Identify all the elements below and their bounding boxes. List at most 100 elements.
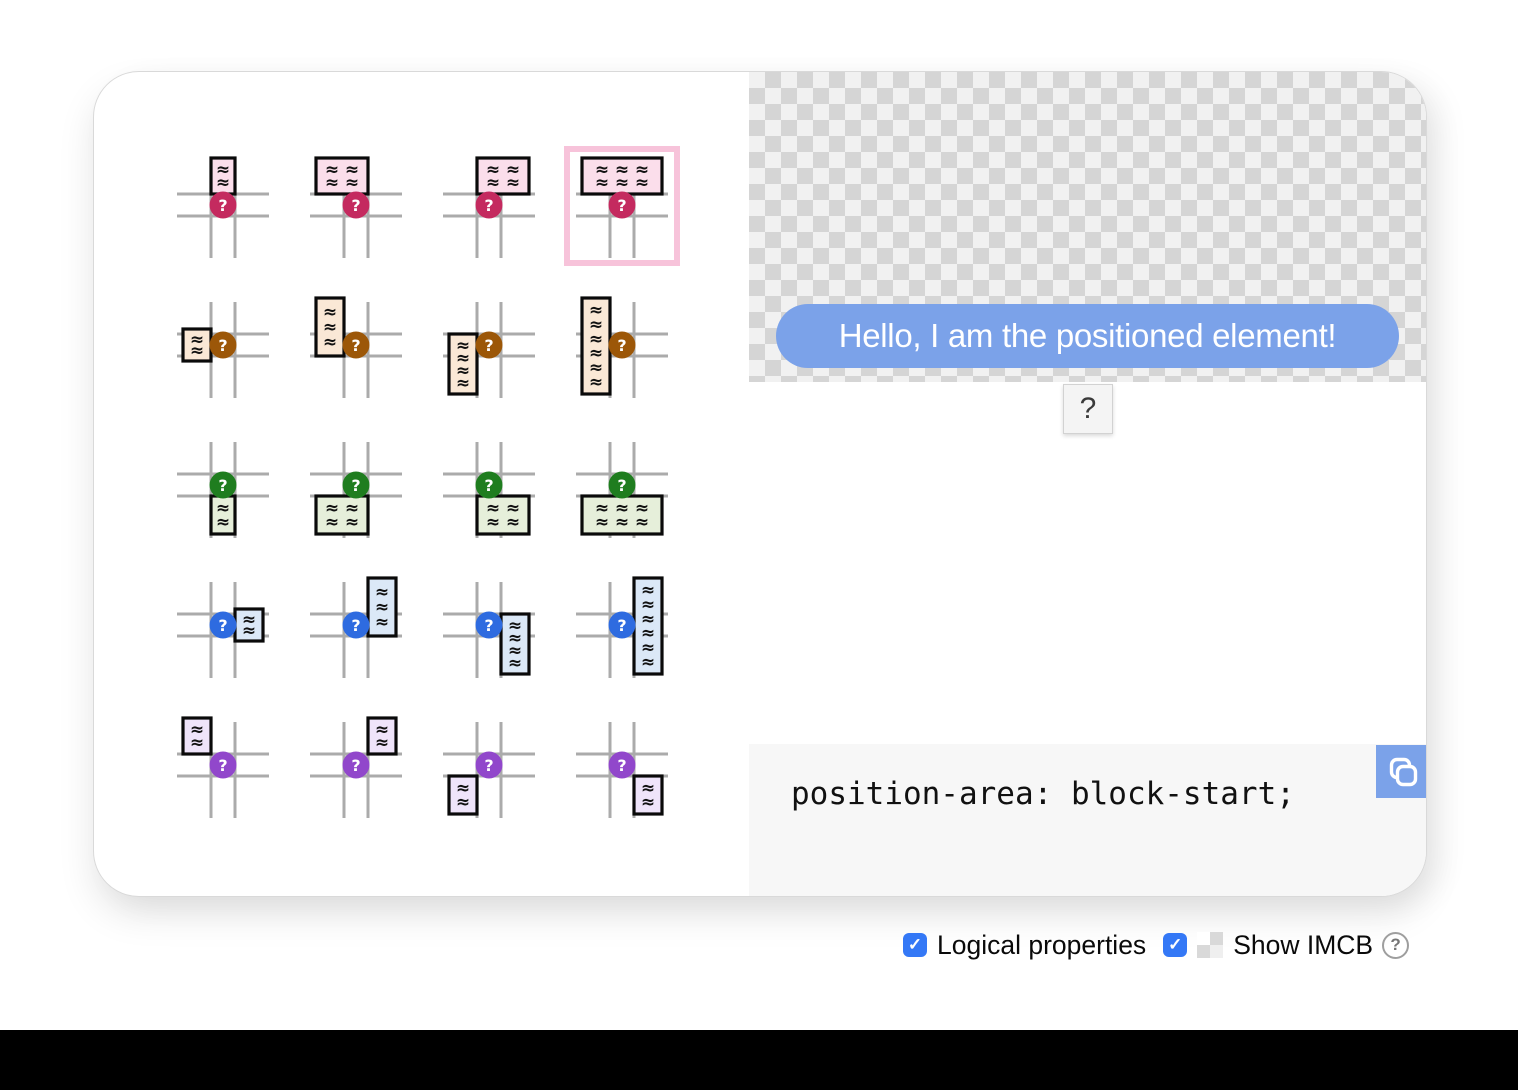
copy-icon: [1385, 755, 1419, 789]
option-span-inline-end-block-end[interactable]: ≈≈≈≈?: [431, 426, 547, 546]
anchor-label: ?: [1080, 392, 1097, 426]
position-area-diagram-icon: ≈≈≈≈≈≈?: [572, 572, 672, 680]
option-span-inline-start-block-end[interactable]: ≈≈≈≈?: [298, 426, 414, 546]
position-area-diagram-icon: ≈≈?: [173, 432, 273, 540]
svg-text:≈: ≈: [641, 652, 655, 672]
logical-properties-checkbox[interactable]: ✓: [903, 933, 927, 957]
svg-text:≈: ≈: [456, 373, 470, 393]
option-block-start-inline-start[interactable]: ≈≈?: [165, 706, 281, 826]
option-block-start-inline-end[interactable]: ≈≈?: [298, 706, 414, 826]
option-inline-start-center[interactable]: ≈≈?: [165, 286, 281, 406]
svg-text:?: ?: [351, 476, 360, 495]
code-panel: position-area: block-start;: [749, 744, 1427, 897]
svg-text:≈: ≈: [323, 333, 337, 353]
copy-button[interactable]: [1376, 745, 1427, 798]
svg-text:?: ?: [484, 196, 493, 215]
position-area-diagram-icon: ≈≈≈?: [306, 292, 406, 400]
svg-text:≈: ≈: [589, 372, 603, 392]
option-block-end-inline-end[interactable]: ≈≈?: [564, 706, 680, 826]
position-area-diagram-icon: ≈≈≈≈?: [439, 152, 539, 260]
svg-text:?: ?: [351, 756, 360, 775]
svg-text:≈: ≈: [375, 733, 389, 753]
position-area-diagram-icon: ≈≈?: [173, 152, 273, 260]
option-block-end[interactable]: ≈≈≈≈≈≈?: [564, 426, 680, 546]
svg-text:?: ?: [617, 616, 626, 635]
position-area-diagram-icon: ≈≈≈?: [306, 572, 406, 680]
preview-panel: Hello, I am the positioned element! ? po…: [749, 72, 1427, 897]
option-span-inline-end-block-start[interactable]: ≈≈≈≈?: [431, 146, 547, 266]
show-imcb-checkbox[interactable]: ✓: [1163, 933, 1187, 957]
anchor-element: ?: [1063, 384, 1113, 434]
option-center-block-end[interactable]: ≈≈?: [165, 426, 281, 546]
svg-text:≈: ≈: [486, 173, 500, 193]
svg-text:?: ?: [484, 616, 493, 635]
svg-text:≈: ≈: [641, 793, 655, 813]
svg-text:?: ?: [218, 336, 227, 355]
options-grid: ≈≈?≈≈≈≈?≈≈≈≈?≈≈≈≈≈≈?≈≈?≈≈≈?≈≈≈≈?≈≈≈≈≈≈?≈…: [165, 146, 680, 826]
svg-text:?: ?: [484, 336, 493, 355]
position-area-diagram-icon: ≈≈?: [439, 712, 539, 820]
svg-text:?: ?: [218, 616, 227, 635]
svg-text:≈: ≈: [635, 513, 649, 533]
svg-text:?: ?: [484, 476, 493, 495]
option-center-block-start[interactable]: ≈≈?: [165, 146, 281, 266]
svg-text:≈: ≈: [190, 733, 204, 753]
option-inline-start[interactable]: ≈≈≈≈≈≈?: [564, 286, 680, 406]
option-inline-end-span-block-start[interactable]: ≈≈≈?: [298, 566, 414, 686]
css-code: position-area: block-start;: [791, 776, 1295, 812]
positioned-element: Hello, I am the positioned element!: [776, 304, 1399, 368]
position-area-diagram-icon: ≈≈?: [306, 712, 406, 820]
position-area-diagram-icon: ≈≈?: [173, 292, 273, 400]
option-inline-end[interactable]: ≈≈≈≈≈≈?: [564, 566, 680, 686]
option-inline-start-span-block-end[interactable]: ≈≈≈≈?: [431, 286, 547, 406]
position-area-diagram-icon: ≈≈≈≈?: [439, 432, 539, 540]
svg-text:?: ?: [351, 336, 360, 355]
position-area-diagram-icon: ≈≈?: [572, 712, 672, 820]
svg-text:≈: ≈: [506, 513, 520, 533]
option-inline-start-span-block-start[interactable]: ≈≈≈?: [298, 286, 414, 406]
letterbox-bar: [0, 1030, 1518, 1090]
svg-text:?: ?: [617, 196, 626, 215]
svg-text:?: ?: [218, 756, 227, 775]
svg-text:?: ?: [218, 196, 227, 215]
position-area-diagram-icon: ≈≈≈≈?: [306, 152, 406, 260]
position-area-diagram-icon: ≈≈≈≈?: [306, 432, 406, 540]
option-inline-end-span-block-end[interactable]: ≈≈≈≈?: [431, 566, 547, 686]
svg-text:≈: ≈: [508, 653, 522, 673]
svg-text:≈: ≈: [345, 513, 359, 533]
svg-text:≈: ≈: [456, 793, 470, 813]
position-area-diagram-icon: ≈≈≈≈?: [439, 292, 539, 400]
position-area-diagram-icon: ≈≈?: [173, 572, 273, 680]
svg-text:≈: ≈: [375, 613, 389, 633]
help-icon[interactable]: ?: [1382, 932, 1409, 959]
svg-text:≈: ≈: [506, 173, 520, 193]
positioned-element-label: Hello, I am the positioned element!: [839, 317, 1337, 355]
position-area-diagram-icon: ≈≈≈≈≈≈?: [572, 152, 672, 260]
svg-text:≈: ≈: [615, 513, 629, 533]
option-block-start[interactable]: ≈≈≈≈≈≈?: [564, 146, 680, 266]
svg-text:≈: ≈: [190, 341, 204, 361]
help-glyph: ?: [1390, 935, 1400, 955]
position-area-diagram-icon: ≈≈?: [173, 712, 273, 820]
svg-text:≈: ≈: [595, 513, 609, 533]
position-area-diagram-icon: ≈≈≈≈≈≈?: [572, 432, 672, 540]
svg-text:≈: ≈: [242, 621, 256, 641]
svg-text:≈: ≈: [216, 513, 230, 533]
svg-text:≈: ≈: [595, 173, 609, 193]
option-block-end-inline-start[interactable]: ≈≈?: [431, 706, 547, 826]
svg-text:≈: ≈: [486, 513, 500, 533]
option-inline-end-center[interactable]: ≈≈?: [165, 566, 281, 686]
svg-text:?: ?: [484, 756, 493, 775]
svg-text:?: ?: [617, 336, 626, 355]
svg-text:?: ?: [218, 476, 227, 495]
show-imcb-label: Show IMCB: [1233, 930, 1373, 961]
svg-text:≈: ≈: [325, 173, 339, 193]
transparency-checker-icon: [1197, 932, 1223, 958]
svg-text:?: ?: [351, 616, 360, 635]
svg-text:≈: ≈: [216, 173, 230, 193]
option-span-inline-start-block-start[interactable]: ≈≈≈≈?: [298, 146, 414, 266]
position-area-diagram-icon: ≈≈≈≈≈≈?: [572, 292, 672, 400]
svg-text:?: ?: [617, 756, 626, 775]
svg-text:≈: ≈: [345, 173, 359, 193]
position-area-demo-card: ≈≈?≈≈≈≈?≈≈≈≈?≈≈≈≈≈≈?≈≈?≈≈≈?≈≈≈≈?≈≈≈≈≈≈?≈…: [93, 71, 1427, 897]
